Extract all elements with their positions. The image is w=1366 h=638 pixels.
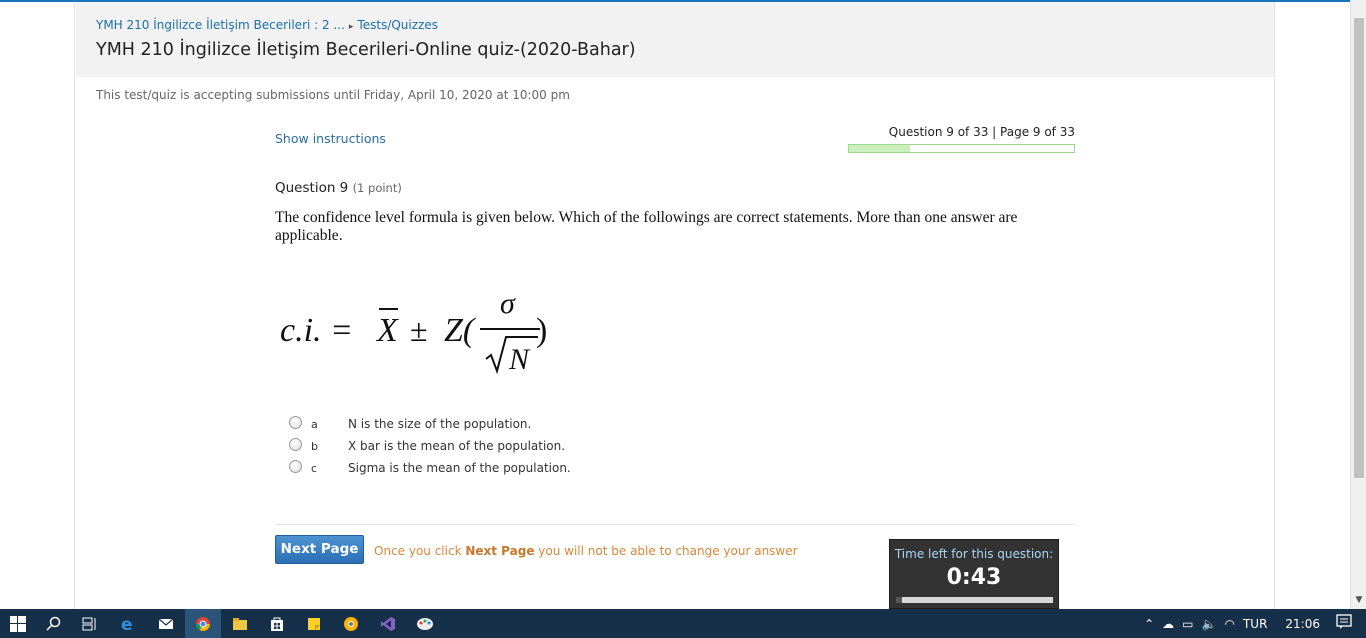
progress-label: Question 9 of 33 | Page 9 of 33: [888, 125, 1075, 139]
choice-letter: c: [311, 462, 318, 475]
warning-bold: Next Page: [465, 544, 535, 558]
choice-text: X bar is the mean of the population.: [348, 439, 566, 453]
choice-letter: b: [311, 440, 318, 453]
onedrive-icon[interactable]: ☁: [1162, 617, 1174, 631]
radio-b[interactable]: [289, 438, 302, 451]
formula-close-paren: ): [536, 312, 547, 349]
edge-icon[interactable]: e: [110, 609, 146, 638]
radio-c[interactable]: [289, 460, 302, 473]
choice-a[interactable]: a N is the size of the population.: [289, 414, 689, 434]
windows-start-icon[interactable]: [0, 609, 36, 638]
task-view-icon[interactable]: [72, 609, 108, 638]
formula-lhs: c.i. =: [280, 312, 353, 349]
scrollbar-thumb[interactable]: [1354, 18, 1364, 478]
question-number: Question 9: [275, 180, 349, 196]
choice-letter: a: [311, 418, 318, 431]
question-text: The confidence level formula is given be…: [275, 209, 1018, 244]
volume-icon[interactable]: 🔈: [1202, 617, 1217, 631]
formula-z: Z(: [444, 312, 477, 349]
question-timer: Time left for this question: 0:43: [889, 539, 1059, 609]
formula-n: N: [508, 343, 531, 376]
next-page-warning: Once you click Next Page you will not be…: [374, 544, 798, 558]
formula-svg: c.i. = X ± Z( σ N ): [280, 287, 547, 376]
clock[interactable]: 21:06: [1285, 617, 1320, 631]
vertical-scrollbar[interactable]: ▼: [1350, 0, 1366, 609]
timer-bar-fill: [896, 597, 903, 603]
breadcrumb-tests-link[interactable]: Tests/Quizzes: [357, 18, 438, 32]
left-gutter: [0, 2, 75, 609]
timer-bar: [896, 597, 1053, 603]
progress-bar-fill: [849, 145, 911, 152]
warning-prefix: Once you click: [374, 544, 466, 558]
mail-icon[interactable]: [148, 609, 184, 638]
timer-label: Time left for this question:: [894, 547, 1054, 561]
formula-sigma: σ: [500, 287, 516, 320]
search-icon[interactable]: [36, 609, 72, 638]
breadcrumb-course-link[interactable]: YMH 210 İngilizce İletişim Becerileri : …: [96, 18, 345, 32]
choice-text: Sigma is the mean of the population.: [348, 461, 571, 475]
confidence-interval-formula: c.i. = X ± Z( σ N ): [278, 285, 568, 380]
page-title: YMH 210 İngilizce İletişim Becerileri-On…: [96, 40, 636, 60]
language-indicator[interactable]: TUR: [1243, 617, 1267, 631]
visual-studio-icon[interactable]: [370, 609, 406, 638]
question-points: (1 point): [352, 181, 402, 195]
formula-xbar: X: [375, 312, 399, 349]
footer-divider: [275, 524, 1075, 525]
chrome-icon[interactable]: [185, 609, 221, 638]
breadcrumb: YMH 210 İngilizce İletişim Becerileri : …: [96, 18, 438, 32]
question-heading: Question 9 (1 point): [275, 180, 402, 196]
show-instructions-link[interactable]: Show instructions: [275, 131, 386, 146]
right-gutter: [1274, 2, 1350, 609]
breadcrumb-separator-icon: ▸: [348, 22, 354, 32]
system-tray: ⌃ ☁ ▭ 🔈 ◠ TUR 21:06: [1140, 609, 1366, 638]
scroll-down-arrow-icon[interactable]: ▼: [1351, 592, 1366, 608]
deadline-notice: This test/quiz is accepting submissions …: [96, 88, 570, 102]
timer-value: 0:43: [946, 565, 1002, 590]
choice-c[interactable]: c Sigma is the mean of the population.: [289, 458, 689, 478]
file-explorer-icon[interactable]: [222, 609, 258, 638]
progress-bar: [848, 144, 1075, 153]
choice-b[interactable]: b X bar is the mean of the population.: [289, 436, 689, 456]
show-hidden-icons-icon[interactable]: ⌃: [1144, 617, 1154, 631]
paint-icon[interactable]: [407, 609, 443, 638]
next-page-button[interactable]: Next Page: [275, 535, 364, 564]
formula-plus-minus: ±: [410, 312, 428, 348]
wifi-icon[interactable]: ◠: [1224, 617, 1234, 631]
radio-a[interactable]: [289, 416, 302, 429]
windows-taskbar: e ⌃ ☁ ▭ 🔈 ◠ TUR 21:06: [0, 609, 1366, 638]
choice-text: N is the size of the population.: [348, 417, 532, 431]
warning-suffix: you will not be able to change your answ…: [534, 544, 798, 558]
chrome-canary-icon[interactable]: [333, 609, 369, 638]
notifications-icon[interactable]: [1336, 614, 1352, 633]
store-icon[interactable]: [259, 609, 295, 638]
battery-icon[interactable]: ▭: [1182, 617, 1193, 631]
browser-viewport: YMH 210 İngilizce İletişim Becerileri : …: [0, 0, 1350, 609]
svg-text:e: e: [121, 615, 133, 633]
sticky-notes-icon[interactable]: [296, 609, 332, 638]
